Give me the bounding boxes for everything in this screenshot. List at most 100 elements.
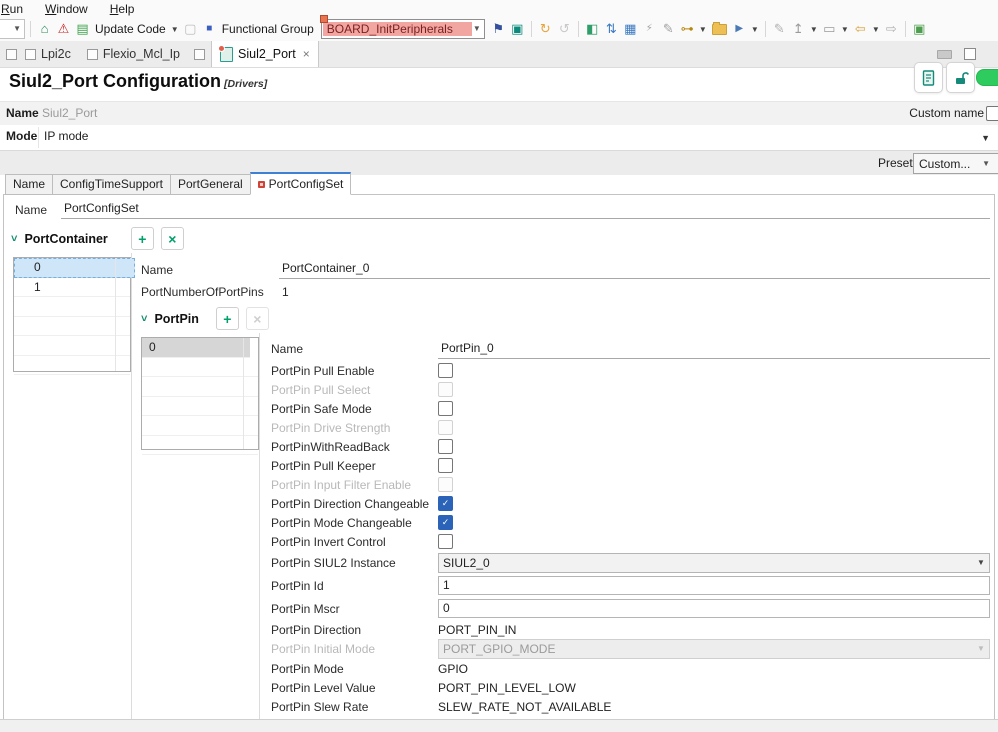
minimized-view-icon[interactable] — [194, 48, 206, 60]
with-readback-checkbox[interactable] — [438, 439, 453, 454]
preset-select[interactable]: Custom... ▼ — [913, 153, 998, 174]
list-item[interactable]: 0 — [14, 258, 135, 278]
update-code-button[interactable]: Update Code — [95, 22, 166, 36]
portcontainer-name-input[interactable]: PortContainer_0 — [279, 259, 990, 279]
field-row: PortPin Level Value PORT_PIN_LEVEL_LOW — [271, 678, 990, 697]
tab-lpi2c[interactable]: Lpi2c — [17, 41, 79, 67]
tab-portgeneral[interactable]: PortGeneral — [169, 174, 251, 195]
pull-enable-checkbox[interactable] — [438, 363, 453, 378]
siul2-instance-select[interactable]: SIUL2_0 ▼ — [438, 552, 990, 573]
list-item[interactable] — [142, 358, 258, 377]
sort-icon[interactable]: ⇅ — [603, 18, 620, 40]
menu-run[interactable]: Run — [1, 2, 23, 16]
list-item[interactable]: 1 — [14, 278, 130, 297]
remove-portcontainer-button[interactable]: × — [160, 227, 184, 250]
list-item[interactable] — [14, 317, 130, 336]
mode-select-value[interactable]: IP mode — [44, 129, 88, 143]
error-badge-icon — [319, 15, 328, 23]
terminal-icon[interactable]: ▦ — [622, 18, 639, 40]
edit-icon[interactable]: ✎ — [771, 18, 788, 40]
back-caret[interactable]: ▼ — [871, 25, 881, 34]
minimize-icon[interactable] — [937, 49, 952, 59]
list-item[interactable] — [14, 336, 130, 356]
mode-row: Mode IP mode ▼ — [0, 125, 998, 151]
list-item[interactable] — [14, 297, 130, 317]
list-item[interactable] — [142, 377, 258, 397]
minimized-view-icon[interactable] — [6, 48, 17, 60]
portconfigset-panel: Name PortConfigSet ˅ PortContainer + × 0… — [3, 194, 995, 720]
tab-flexio-mcl-ip[interactable]: Flexio_Mcl_Ip — [79, 41, 188, 67]
error-marker-icon[interactable]: ⚠ — [55, 18, 72, 40]
field-row: PortPin Slew Rate SLEW_RATE_NOT_AVAILABL… — [271, 697, 990, 716]
export-icon[interactable]: ↥ — [790, 18, 807, 40]
debug-attach-icon[interactable]: ⚡ — [641, 18, 658, 40]
functional-group-select[interactable]: BOARD_InitPeripherals ▼ — [319, 15, 485, 39]
enable-toggle[interactable] — [976, 69, 998, 86]
invert-control-checkbox[interactable] — [438, 534, 453, 549]
list-item[interactable] — [142, 416, 258, 436]
update-code-caret[interactable]: ▼ — [170, 25, 180, 34]
slew-rate-value: SLEW_RATE_NOT_AVAILABLE — [438, 699, 612, 714]
update-code-icon[interactable]: ▤ — [74, 18, 91, 40]
menu-help[interactable]: Help — [110, 2, 135, 16]
pencil-icon[interactable]: ✎ — [660, 18, 677, 40]
field-row: Name PortPin_0 — [271, 337, 990, 361]
portpin-id-input[interactable]: 1 — [438, 576, 990, 595]
pull-keeper-checkbox[interactable] — [438, 458, 453, 473]
list-item[interactable] — [142, 436, 258, 455]
portpin-name-label: Name — [271, 342, 304, 356]
window-icon[interactable]: ▭ — [821, 18, 838, 40]
collapse-icon[interactable]: ˅ — [11, 233, 17, 245]
custom-name-checkbox[interactable] — [986, 106, 998, 121]
menu-bar: Run Window Help — [0, 0, 998, 17]
mode-changeable-checkbox[interactable]: ✓ — [438, 515, 453, 530]
field-row: PortPin Pull Keeper — [271, 456, 990, 475]
save-icon: ▢ — [184, 21, 197, 36]
plugin-icon[interactable]: ◧ — [584, 18, 601, 40]
tab-name[interactable]: Name — [5, 174, 54, 195]
open-folder-icon[interactable] — [711, 21, 727, 35]
console-icon[interactable]: ▣ — [509, 18, 526, 40]
list-item[interactable] — [142, 397, 258, 416]
flag-icon[interactable]: ⚑ — [490, 18, 507, 40]
board-view-icon[interactable]: ■ — [201, 18, 218, 40]
siul2-instance-value: SIUL2_0 — [443, 555, 490, 570]
tab-label: Lpi2c — [41, 47, 71, 61]
chevron-down-icon[interactable]: ▼ — [981, 133, 990, 143]
toolbar-separator — [764, 21, 766, 37]
configset-name-input[interactable]: PortConfigSet — [61, 199, 990, 219]
menu-window[interactable]: Window — [45, 2, 88, 16]
close-icon[interactable]: × — [303, 47, 310, 61]
list-item[interactable] — [14, 356, 130, 375]
collapse-icon[interactable]: ˅ — [141, 313, 147, 325]
export-config-button[interactable] — [914, 62, 943, 93]
back-icon[interactable]: ⇦ — [852, 18, 869, 40]
refresh-icon[interactable]: ↻ — [537, 18, 554, 40]
key-icon[interactable]: ⊶ — [679, 18, 696, 40]
functional-group-label: Functional Group — [221, 22, 314, 36]
tab-label: Flexio_Mcl_Ip — [102, 47, 181, 61]
launch-icon[interactable]: ▶ — [731, 18, 748, 40]
tab-portconfigset[interactable]: PortConfigSet — [249, 172, 352, 195]
export-caret[interactable]: ▼ — [809, 25, 819, 34]
add-portcontainer-button[interactable]: + — [130, 227, 154, 250]
field-row: PortPin Id 1 — [271, 574, 990, 597]
forward-icon[interactable]: ⇨ — [883, 18, 900, 40]
window-caret[interactable]: ▼ — [840, 25, 850, 34]
list-item[interactable]: 0 — [142, 338, 250, 358]
portpin-mscr-input[interactable]: 0 — [438, 599, 990, 618]
portpin-name-input[interactable]: PortPin_0 — [438, 339, 990, 359]
home-icon[interactable]: ⌂ — [36, 18, 53, 40]
key-caret[interactable]: ▼ — [698, 25, 708, 34]
tab-siul2-port[interactable]: Siul2_Port × — [211, 41, 319, 67]
tab-configtimesupport[interactable]: ConfigTimeSupport — [52, 174, 171, 195]
safe-mode-checkbox[interactable] — [438, 401, 453, 416]
maximize-icon[interactable] — [964, 48, 976, 60]
direction-changeable-checkbox[interactable]: ✓ — [438, 496, 453, 511]
add-portpin-button[interactable]: + — [215, 307, 239, 330]
unlock-button[interactable] — [946, 62, 975, 93]
portcontainer-header: ˅ PortContainer + × — [11, 227, 184, 250]
new-window-icon[interactable]: ▣ — [911, 18, 928, 40]
history-combo[interactable]: ▼ — [0, 19, 25, 39]
launch-caret[interactable]: ▼ — [750, 25, 760, 34]
